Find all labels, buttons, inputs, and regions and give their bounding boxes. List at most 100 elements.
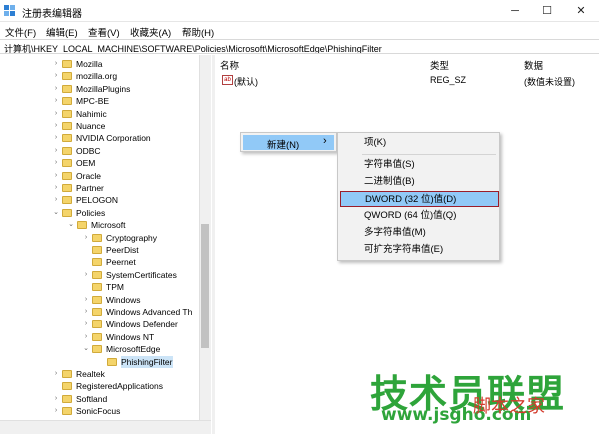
menu-favorites[interactable]: 收藏夹(A) <box>130 25 171 39</box>
folder-icon <box>62 109 72 118</box>
tree-item[interactable]: › MPC-BE <box>0 95 199 107</box>
chevron-right-icon[interactable]: › <box>52 157 60 169</box>
chevron-right-icon[interactable]: › <box>52 108 60 120</box>
column-header-data[interactable]: 数据 <box>524 58 543 72</box>
chevron-right-icon[interactable]: › <box>52 393 60 405</box>
tree-item-label: Windows NT <box>106 331 155 342</box>
chevron-down-icon[interactable]: ⌄ <box>82 343 90 355</box>
menu-file[interactable]: 文件(F) <box>5 25 36 39</box>
tree-item[interactable]: › Mozilla <box>0 58 199 70</box>
tree-item-label: MozillaPlugins <box>76 83 131 94</box>
chevron-right-icon[interactable] <box>82 244 90 256</box>
chevron-right-icon[interactable]: › <box>82 232 90 244</box>
submenu-item[interactable]: QWORD (64 位)值(Q) <box>338 208 499 224</box>
maximize-button[interactable]: ☐ <box>532 0 562 22</box>
chevron-right-icon[interactable]: › <box>52 368 60 380</box>
chevron-right-icon[interactable]: › <box>52 170 60 182</box>
submenu-item[interactable]: 字符串值(S) <box>338 157 499 173</box>
tree-scroll-thumb[interactable] <box>201 224 209 348</box>
chevron-right-icon[interactable]: › <box>82 318 90 330</box>
tree-item[interactable]: › Windows Advanced Th <box>0 306 199 318</box>
menu-item-new[interactable]: 新建(N) › <box>243 135 334 151</box>
tree-horizontal-scrollbar[interactable] <box>0 420 211 434</box>
tree-item[interactable]: RegisteredApplications <box>0 380 199 392</box>
tree-item[interactable]: › Oracle <box>0 170 199 182</box>
submenu-item[interactable]: 项(K) <box>338 135 499 151</box>
tree-item[interactable]: › Partner <box>0 182 199 194</box>
address-bar[interactable]: 计算机\HKEY_LOCAL_MACHINE\SOFTWARE\Policies… <box>0 39 599 54</box>
chevron-right-icon[interactable]: › <box>52 132 60 144</box>
submenu-item[interactable]: 二进制值(B) <box>338 174 499 190</box>
chevron-right-icon[interactable]: › <box>52 182 60 194</box>
tree-item-label: mozilla.org <box>76 71 118 82</box>
folder-icon <box>92 295 102 304</box>
close-button[interactable]: ✕ <box>566 0 596 22</box>
folder-icon <box>62 370 72 378</box>
tree-item[interactable]: TPM <box>0 281 199 293</box>
folder-icon <box>62 208 72 217</box>
chevron-right-icon[interactable]: › <box>52 95 60 107</box>
chevron-right-icon[interactable]: › <box>52 405 60 417</box>
tree-item-label: OEM <box>76 158 96 169</box>
tree-item[interactable]: › mozilla.org <box>0 70 199 82</box>
menu-edit[interactable]: 编辑(E) <box>46 25 78 39</box>
value-name[interactable]: (默认) <box>234 75 258 88</box>
tree-item[interactable]: PhishingFilter <box>0 355 199 368</box>
tree-item[interactable]: ⌄ Microsoft <box>0 219 199 231</box>
tree-item[interactable]: › Cryptography <box>0 232 199 244</box>
minimize-button[interactable]: ─ <box>500 0 530 22</box>
tree-item[interactable]: › Windows Defender <box>0 318 199 330</box>
new-submenu: 项(K) 字符串值(S) 二进制值(B) DWORD (32 位)值(D) QWORD … <box>337 132 500 261</box>
tree-item[interactable]: › Windows <box>0 294 199 306</box>
tree-item[interactable]: › NVIDIA Corporation <box>0 132 199 144</box>
tree-item[interactable]: › Nuance <box>0 120 199 132</box>
tree-item[interactable]: › Nahimic <box>0 108 199 120</box>
chevron-down-icon[interactable]: ⌄ <box>52 207 60 219</box>
chevron-right-icon[interactable]: › <box>82 269 90 281</box>
chevron-right-icon[interactable] <box>82 256 90 268</box>
menu-help[interactable]: 帮助(H) <box>182 25 214 39</box>
tree-item[interactable]: › SonicFocus <box>0 405 199 417</box>
submenu-item[interactable]: DWORD (32 位)值(D) <box>340 191 499 207</box>
tree-item[interactable]: PeerDist <box>0 244 199 256</box>
tree-item[interactable]: › MozillaPlugins <box>0 83 199 95</box>
chevron-down-icon[interactable]: ⌄ <box>67 219 75 231</box>
tree-item[interactable]: › PELOGON <box>0 194 199 206</box>
submenu-item[interactable]: 多字符串值(M) <box>338 225 499 241</box>
tree-item[interactable]: ⌄ MicrosoftEdge <box>0 343 199 355</box>
tree-item[interactable]: Peernet <box>0 256 199 268</box>
submenu-item[interactable]: 可扩充字符串值(E) <box>338 242 499 258</box>
tree-item[interactable]: ⌄ Policies <box>0 207 199 219</box>
chevron-right-icon[interactable]: › <box>52 83 60 95</box>
chevron-right-icon[interactable]: › <box>52 120 60 132</box>
chevron-right-icon[interactable]: › <box>82 294 90 306</box>
tree-item[interactable]: › OEM <box>0 157 199 169</box>
column-header-name[interactable]: 名称 <box>220 58 239 72</box>
tree-item-label: MPC-BE <box>76 96 110 107</box>
chevron-right-icon[interactable]: › <box>52 194 60 206</box>
tree-item-label: Peernet <box>106 257 136 268</box>
tree-item[interactable]: › Softland <box>0 393 199 405</box>
chevron-right-icon[interactable] <box>82 281 90 293</box>
tree-item[interactable]: › ODBC <box>0 145 199 157</box>
column-header-type[interactable]: 类型 <box>430 58 449 72</box>
tree-item[interactable]: › Realtek <box>0 368 199 380</box>
chevron-right-icon[interactable]: › <box>82 331 90 343</box>
menu-item-new-label: 新建(N) <box>267 140 300 151</box>
tree-item-label: PELOGON <box>76 195 119 206</box>
folder-icon <box>62 134 72 143</box>
chevron-right-icon[interactable] <box>52 380 60 392</box>
chevron-right-icon[interactable]: › <box>52 70 60 82</box>
menu-view[interactable]: 查看(V) <box>88 25 120 39</box>
folder-icon <box>62 146 72 155</box>
tree-item[interactable]: › SystemCertificates <box>0 269 199 281</box>
chevron-right-icon[interactable]: › <box>82 306 90 318</box>
folder-icon <box>62 97 72 106</box>
tree-item[interactable]: › Windows NT <box>0 331 199 343</box>
folder-icon <box>92 308 102 316</box>
folder-icon <box>107 357 117 366</box>
chevron-right-icon[interactable]: › <box>52 58 60 70</box>
chevron-right-icon[interactable]: › <box>52 145 60 157</box>
tree-item-label: Microsoft <box>91 220 126 231</box>
chevron-right-icon[interactable] <box>97 356 105 368</box>
